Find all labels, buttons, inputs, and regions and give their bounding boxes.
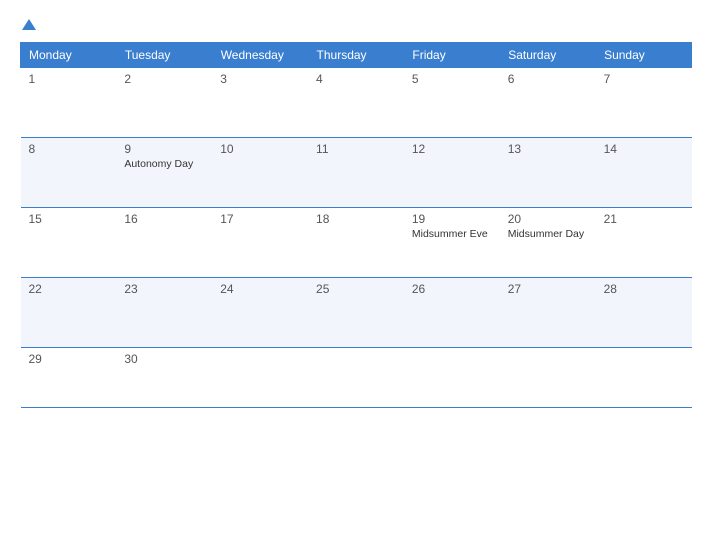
day-number: 1 <box>29 72 109 86</box>
day-cell: 7 <box>596 68 692 138</box>
day-cell: 26 <box>404 278 500 348</box>
day-number: 7 <box>604 72 684 86</box>
day-cell: 20 Midsummer Day <box>500 208 596 278</box>
day-cell <box>596 348 692 408</box>
day-cell: 25 <box>308 278 404 348</box>
day-cell: 29 <box>21 348 117 408</box>
calendar-header <box>20 18 692 34</box>
day-cell <box>404 348 500 408</box>
week-row-2: 15 16 17 18 19 Midsummer Eve 20 Midsummer Day 21 <box>21 208 692 278</box>
day-number: 4 <box>316 72 396 86</box>
col-header-tuesday: Tuesday <box>116 43 212 68</box>
calendar-header-row: MondayTuesdayWednesdayThursdayFridaySatu… <box>21 43 692 68</box>
day-cell: 8 <box>21 138 117 208</box>
day-cell <box>500 348 596 408</box>
day-cell <box>212 348 308 408</box>
day-number: 15 <box>29 212 109 226</box>
logo <box>20 18 36 34</box>
day-number: 2 <box>124 72 204 86</box>
day-cell: 3 <box>212 68 308 138</box>
day-event: Midsummer Eve <box>412 228 492 240</box>
day-cell: 13 <box>500 138 596 208</box>
day-cell: 14 <box>596 138 692 208</box>
logo-text <box>20 18 36 34</box>
day-cell <box>308 348 404 408</box>
day-cell: 23 <box>116 278 212 348</box>
day-number: 14 <box>604 142 684 156</box>
day-number: 23 <box>124 282 204 296</box>
day-number: 20 <box>508 212 588 226</box>
day-number: 16 <box>124 212 204 226</box>
day-cell: 2 <box>116 68 212 138</box>
day-number: 17 <box>220 212 300 226</box>
day-cell: 11 <box>308 138 404 208</box>
day-cell: 5 <box>404 68 500 138</box>
day-number: 6 <box>508 72 588 86</box>
day-number: 24 <box>220 282 300 296</box>
day-number: 5 <box>412 72 492 86</box>
day-number: 13 <box>508 142 588 156</box>
day-number: 22 <box>29 282 109 296</box>
day-cell: 21 <box>596 208 692 278</box>
day-number: 3 <box>220 72 300 86</box>
day-event: Autonomy Day <box>124 158 204 170</box>
col-header-monday: Monday <box>21 43 117 68</box>
day-number: 12 <box>412 142 492 156</box>
col-header-wednesday: Wednesday <box>212 43 308 68</box>
col-header-friday: Friday <box>404 43 500 68</box>
day-number: 11 <box>316 142 396 156</box>
day-cell: 1 <box>21 68 117 138</box>
day-number: 28 <box>604 282 684 296</box>
col-header-sunday: Sunday <box>596 43 692 68</box>
day-cell: 16 <box>116 208 212 278</box>
day-number: 25 <box>316 282 396 296</box>
calendar-table: MondayTuesdayWednesdayThursdayFridaySatu… <box>20 42 692 408</box>
day-number: 29 <box>29 352 109 366</box>
day-number: 9 <box>124 142 204 156</box>
day-number: 21 <box>604 212 684 226</box>
day-cell: 24 <box>212 278 308 348</box>
day-cell: 27 <box>500 278 596 348</box>
day-cell: 12 <box>404 138 500 208</box>
day-number: 27 <box>508 282 588 296</box>
col-header-saturday: Saturday <box>500 43 596 68</box>
day-cell: 22 <box>21 278 117 348</box>
day-number: 30 <box>124 352 204 366</box>
day-number: 26 <box>412 282 492 296</box>
day-cell: 10 <box>212 138 308 208</box>
week-row-3: 22 23 24 25 26 27 28 <box>21 278 692 348</box>
week-row-1: 8 9 Autonomy Day 10 11 12 13 14 <box>21 138 692 208</box>
day-cell: 15 <box>21 208 117 278</box>
day-cell: 9 Autonomy Day <box>116 138 212 208</box>
day-cell: 18 <box>308 208 404 278</box>
day-number: 10 <box>220 142 300 156</box>
col-header-thursday: Thursday <box>308 43 404 68</box>
day-event: Midsummer Day <box>508 228 588 240</box>
day-cell: 30 <box>116 348 212 408</box>
day-number: 8 <box>29 142 109 156</box>
day-cell: 4 <box>308 68 404 138</box>
calendar-page: MondayTuesdayWednesdayThursdayFridaySatu… <box>0 0 712 550</box>
day-cell: 19 Midsummer Eve <box>404 208 500 278</box>
day-cell: 17 <box>212 208 308 278</box>
day-number: 19 <box>412 212 492 226</box>
day-cell: 6 <box>500 68 596 138</box>
day-cell: 28 <box>596 278 692 348</box>
logo-triangle-icon <box>22 19 36 30</box>
day-number: 18 <box>316 212 396 226</box>
week-row-0: 1 2 3 4 5 6 7 <box>21 68 692 138</box>
week-row-4: 29 30 <box>21 348 692 408</box>
